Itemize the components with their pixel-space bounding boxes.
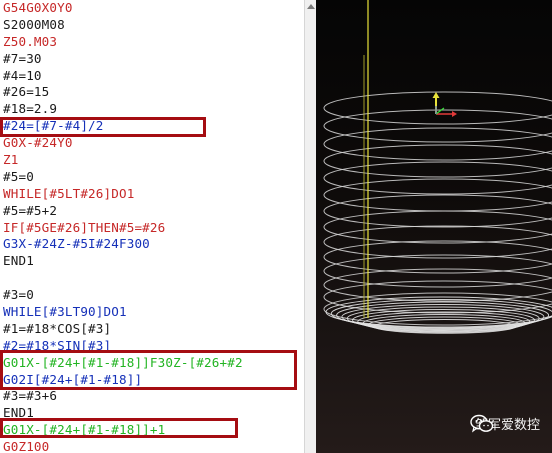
helical-toolpath — [323, 91, 552, 334]
wechat-logo-icon — [470, 414, 494, 433]
toolpath-ring — [323, 240, 552, 274]
code-line: G3X-#24Z-#5I#24F300 — [3, 236, 150, 252]
highlight-box-interpolation — [0, 350, 297, 390]
toolpath-ring — [323, 127, 552, 161]
toolpath-ring — [323, 144, 552, 178]
toolpath-ring — [323, 109, 552, 143]
code-line: #7=30 — [3, 50, 42, 66]
toolpath-ring — [323, 254, 552, 288]
code-line: #5=0 — [3, 168, 34, 184]
highlight-box-assignment — [0, 117, 206, 137]
code-line: END1 — [3, 253, 34, 269]
code-line: G0X-#24Y0 — [3, 135, 73, 151]
code-line: #4=10 — [3, 67, 42, 83]
toolpath-ring — [323, 161, 552, 195]
toolpath-ring — [323, 225, 552, 259]
code-line: S2000M08 — [3, 16, 65, 32]
code-line: #3=#3+6 — [3, 388, 58, 404]
vertical-scrollbar[interactable] — [304, 0, 316, 453]
code-line: Z50.M03 — [3, 33, 58, 49]
toolpath-canvas — [323, 0, 552, 334]
code-line: #3=0 — [3, 287, 34, 303]
code-line: WHILE[#5LT#26]DO1 — [3, 185, 135, 201]
code-line: G54G0X0Y0 — [3, 0, 73, 15]
code-line: Z1 — [3, 152, 19, 168]
code-line: #1=#18*COS[#3] — [3, 320, 112, 336]
highlight-box-exit-move — [0, 418, 238, 438]
toolpath-3d-viewport[interactable]: 邹军爱数控 — [316, 0, 552, 453]
code-line: #18=2.9 — [3, 101, 58, 117]
code-line: WHILE[#3LT90]DO1 — [3, 304, 127, 320]
code-line: G0Z100 — [3, 439, 50, 453]
code-editor[interactable]: G54G0X0Y0 S2000M08 Z50.M03 #7=30 #4=10 #… — [0, 0, 304, 453]
code-line: #26=15 — [3, 84, 50, 100]
code-line: #5=#5+2 — [3, 202, 58, 218]
watermark: 邹军爱数控 — [470, 414, 540, 433]
xyz-axis-icon — [432, 92, 457, 117]
scroll-up-arrow-icon[interactable] — [307, 4, 315, 9]
code-line: IF[#5GE#26]THEN#5=#26 — [3, 219, 166, 235]
